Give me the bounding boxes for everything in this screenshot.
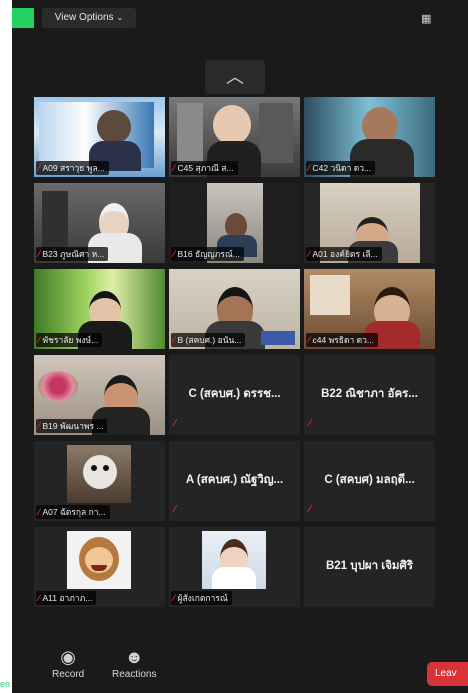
participant-name: C (สคบศ) มลฤดี... xyxy=(324,474,415,486)
participant-tile[interactable]: ⁄ A07 ฉัตรกุล กา... xyxy=(34,441,165,521)
chevron-down-icon: ⌄ xyxy=(116,13,124,22)
profile-photo xyxy=(67,531,131,589)
participant-tile[interactable]: ⁄ พัชราลัย พงษ์... xyxy=(34,269,165,349)
participant-name-tag: ⁄ C45 สุภาณี ส... xyxy=(171,161,238,175)
muted-mic-icon: ⁄ xyxy=(173,163,175,173)
muted-mic-icon: ⁄ xyxy=(173,335,175,345)
participant-name-tag: ⁄ A07 ฉัตรกุล กา... xyxy=(36,505,110,519)
participant-name: A11 อาภาภ... xyxy=(42,593,93,603)
participant-name: A01 องค์ยิตร เลี... xyxy=(312,249,378,259)
participant-name-tag: ⁄ B23 ภูษณิศา ห... xyxy=(36,247,109,261)
participant-name-tag: ⁄ A11 อาภาภ... xyxy=(36,591,97,605)
participant-tile[interactable]: ⁄ B19 พัฒนาพร ... xyxy=(34,355,165,435)
participant-name-tag: ⁄ B19 พัฒนาพร ... xyxy=(36,419,108,433)
gallery-view-icon[interactable]: ▦ xyxy=(421,12,431,25)
left-edge-label[interactable]: en xyxy=(0,679,10,689)
participant-name: C (สคบศ.) ดรรช... xyxy=(188,388,281,400)
participant-tile[interactable]: ⁄ B23 ภูษณิศา ห... xyxy=(34,183,165,263)
smiley-plus-icon: ☻ xyxy=(124,647,144,667)
muted-mic-icon: ⁄ xyxy=(173,593,175,603)
participant-tile[interactable]: B22 ณิชาภา อัคร... ⁄ xyxy=(304,355,435,435)
muted-mic-icon: ⁄ xyxy=(173,249,175,259)
reactions-label: Reactions xyxy=(112,669,157,680)
participant-name: B19 พัฒนาพร ... xyxy=(42,421,104,431)
participant-tile[interactable]: ⁄ A11 อาภาภ... xyxy=(34,527,165,607)
muted-mic-icon: ⁄ xyxy=(38,593,40,603)
participant-name: C45 สุภาณี ส... xyxy=(177,163,234,173)
participant-name: B16 ธัญญภรณ์... xyxy=(177,249,240,259)
meeting-toolbar: ◉ Record ☻ Reactions xyxy=(12,641,468,693)
participant-tile[interactable]: A (สคบศ.) ณัฐวิญ... ⁄ xyxy=(169,441,300,521)
participant-tile[interactable]: ⁄ A09 สราวุธ พูล... xyxy=(34,97,165,177)
muted-mic-icon: ⁄ xyxy=(174,418,176,429)
participant-name: c44 พรธิดา ดว... xyxy=(312,335,374,345)
participant-name: A (สคบศ.) ณัฐวิญ... xyxy=(185,474,284,486)
muted-mic-icon: ⁄ xyxy=(309,504,311,515)
profile-photo xyxy=(67,445,131,503)
participant-name-tag: ⁄ A01 องค์ยิตร เลี... xyxy=(306,247,382,261)
participant-name: B23 ภูษณิศา ห... xyxy=(42,249,105,259)
participant-name-tag: ⁄ พัชราลัย พงษ์... xyxy=(36,333,103,347)
participant-name: B (สคบศ.) อนัน... xyxy=(177,335,242,345)
view-options-button[interactable]: View Options ⌄ xyxy=(42,8,136,28)
muted-mic-icon: ⁄ xyxy=(309,418,311,429)
participant-name-tag: ⁄ ผู้สังเกตการณ์ xyxy=(171,591,232,605)
participant-tile[interactable]: ⁄ B16 ธัญญภรณ์... xyxy=(169,183,300,263)
participant-name: A07 ฉัตรกุล กา... xyxy=(42,507,106,517)
reactions-button[interactable]: ☻ Reactions xyxy=(112,645,156,680)
participant-name: C42 วนิดา ดว... xyxy=(312,163,372,173)
muted-mic-icon: ⁄ xyxy=(38,507,40,517)
participant-name: A09 สราวุธ พูล... xyxy=(42,163,105,173)
participant-name: ผู้สังเกตการณ์ xyxy=(177,593,228,603)
participant-name: พัชราลัย พงษ์... xyxy=(42,335,99,345)
view-options-label: View Options xyxy=(54,12,114,23)
participant-tile[interactable]: C (สคบศ.) ดรรช... ⁄ xyxy=(169,355,300,435)
share-indicator[interactable] xyxy=(12,8,34,28)
participant-name-tag: ⁄ C42 วนิดา ดว... xyxy=(306,161,376,175)
participant-tile[interactable]: ⁄ B (สคบศ.) อนัน... xyxy=(169,269,300,349)
participant-name: B21 บุปผา เจิมศิริ xyxy=(325,560,413,572)
muted-mic-icon: ⁄ xyxy=(38,163,40,173)
muted-mic-icon: ⁄ xyxy=(38,335,40,345)
participant-name-tag: ⁄ A09 สราวุธ พูล... xyxy=(36,161,109,175)
participant-tile[interactable]: ⁄ c44 พรธิดา ดว... xyxy=(304,269,435,349)
participant-name-tag: ⁄ B (สคบศ.) อนัน... xyxy=(171,333,246,347)
participant-tile[interactable]: C (สคบศ) มลฤดี... ⁄ xyxy=(304,441,435,521)
muted-mic-icon: ⁄ xyxy=(308,249,310,259)
muted-mic-icon: ⁄ xyxy=(308,163,310,173)
muted-mic-icon: ⁄ xyxy=(308,335,310,345)
muted-mic-icon: ⁄ xyxy=(174,504,176,515)
muted-mic-icon: ⁄ xyxy=(38,421,40,431)
muted-mic-icon: ⁄ xyxy=(38,249,40,259)
participant-tile[interactable]: ⁄ ผู้สังเกตการณ์ xyxy=(169,527,300,607)
zoom-window: View Options ⌄ ▦ ︿ ⁄ A09 สราวุธ พูล... ⁄ C4… xyxy=(12,0,468,693)
participant-name-tag: ⁄ c44 พรธิดา ดว... xyxy=(306,333,378,347)
record-label: Record xyxy=(52,669,85,680)
leave-button[interactable]: Leav xyxy=(427,662,468,686)
profile-photo xyxy=(202,531,266,589)
participant-tile[interactable]: B21 บุปผา เจิมศิริ xyxy=(304,527,435,607)
participant-tile[interactable]: ⁄ C45 สุภาณี ส... xyxy=(169,97,300,177)
participant-name-tag: ⁄ B16 ธัญญภรณ์... xyxy=(171,247,244,261)
participant-tile[interactable]: ⁄ C42 วนิดา ดว... xyxy=(304,97,435,177)
record-icon: ◉ xyxy=(60,647,76,667)
chevron-up-icon[interactable]: ︿ xyxy=(205,60,265,94)
record-button[interactable]: ◉ Record xyxy=(52,645,84,680)
participant-name: B22 ณิชาภา อัคร... xyxy=(321,388,418,400)
participant-tile[interactable]: ⁄ A01 องค์ยิตร เลี... xyxy=(304,183,435,263)
